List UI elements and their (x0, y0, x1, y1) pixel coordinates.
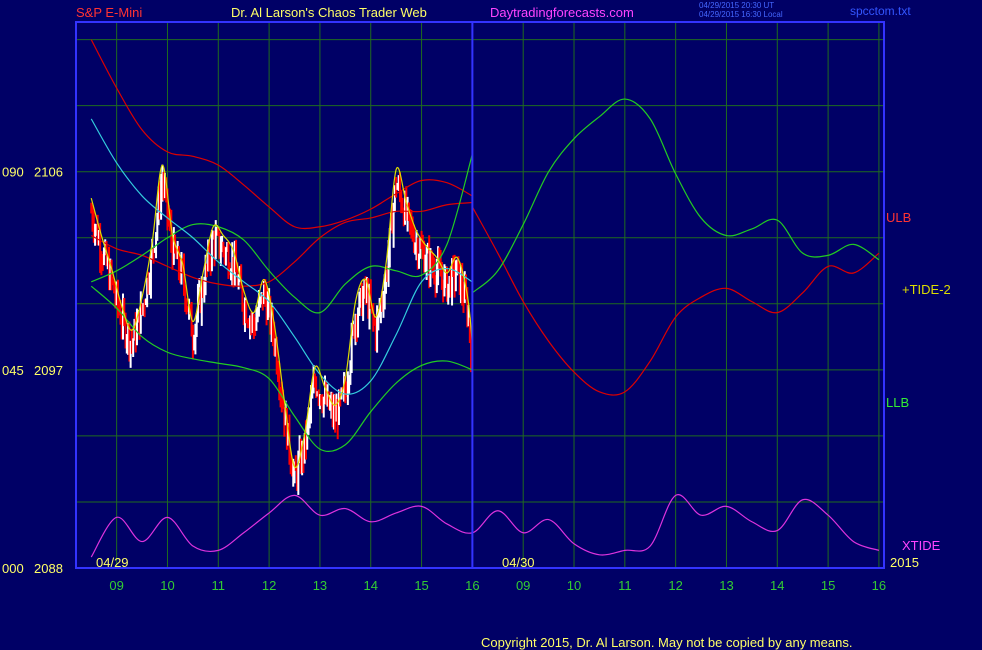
x-tick-label: 12 (668, 578, 682, 593)
chart-canvas: 090 2106 045 2097 000 2088 09 10 11 12 13 14 15 16 09 1… (2, 21, 886, 593)
x-tick-label: 15 (414, 578, 428, 593)
x-tick-label: 09 (516, 578, 530, 593)
x-tick-label: 09 (109, 578, 123, 593)
x-tick-label: 13 (313, 578, 327, 593)
year-label: 2015 (890, 555, 919, 570)
series-ulb (90, 39, 473, 230)
site-link[interactable]: Daytradingforecasts.com (490, 5, 634, 20)
x-tick-label: 10 (567, 578, 581, 593)
x-tick-label: 10 (160, 578, 174, 593)
series-fast-average (90, 164, 473, 469)
y-tick-right: 2088 (34, 561, 63, 576)
chart-title: Dr. Al Larson's Chaos Trader Web (231, 5, 427, 20)
timestamp-local: 04/29/2015 16:30 Local (699, 10, 783, 19)
y-tick-left: 090 (2, 165, 24, 180)
y-tick-left: 045 (2, 363, 24, 378)
file-name: spcctom.txt (850, 4, 911, 18)
x-tick-label: 16 (872, 578, 886, 593)
y-tick-left: 000 (2, 561, 24, 576)
timestamp-ut: 04/29/2015 20:30 UT (699, 1, 775, 10)
x-tick-label: 13 (719, 578, 733, 593)
x-tick-label: 11 (618, 578, 632, 593)
x-tick-label: 14 (364, 578, 378, 593)
series-cyan-average (90, 118, 473, 395)
xtide-label: XTIDE (902, 538, 941, 553)
tide-label: +TIDE-2 (902, 282, 951, 297)
copyright-text: Copyright 2015, Dr. Al Larson. May not b… (481, 635, 853, 650)
symbol-title: S&P E-Mini (76, 5, 143, 20)
y-tick-right: 2106 (34, 165, 63, 180)
x-tick-label: 16 (465, 578, 479, 593)
x-tick-label: 12 (262, 578, 276, 593)
ulb-label: ULB (886, 210, 912, 225)
price-bars (90, 164, 473, 495)
llb-label: LLB (886, 395, 910, 410)
series-lines (90, 39, 880, 558)
series-xtide (90, 494, 880, 558)
date-label-0429: 04/29 (96, 555, 129, 570)
series-llb (90, 285, 473, 453)
x-tick-label: 14 (770, 578, 784, 593)
x-tick-label: 11 (212, 578, 226, 593)
x-tick-label: 15 (821, 578, 835, 593)
y-tick-right: 2097 (34, 363, 63, 378)
date-label-0430: 04/30 (502, 555, 535, 570)
chart-window: 090 2106 045 2097 000 2088 09 10 11 12 13 14 15 16 09 1… (0, 0, 982, 650)
